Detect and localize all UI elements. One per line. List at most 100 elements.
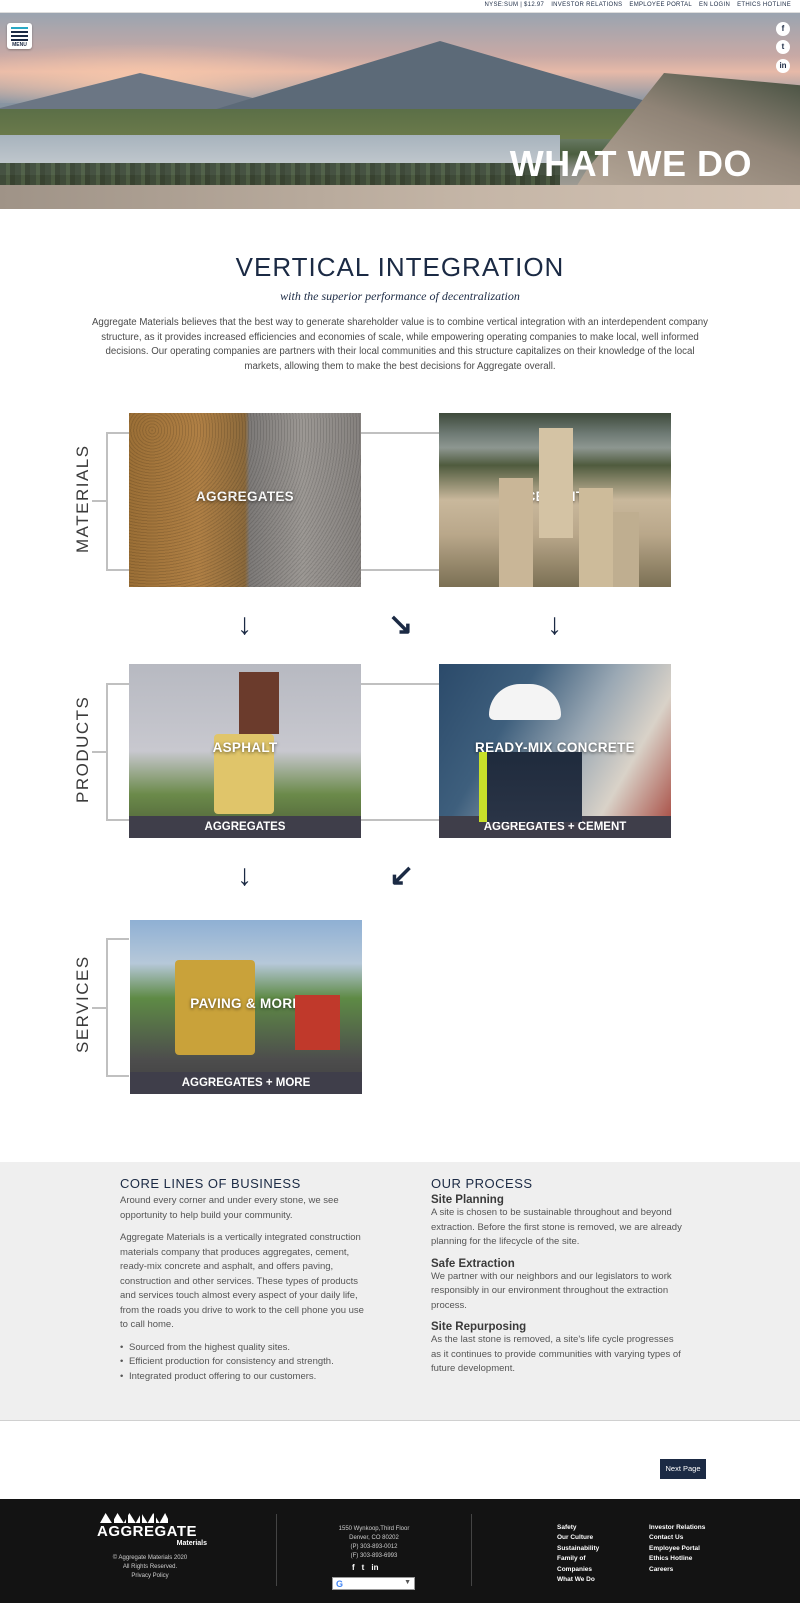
company-logo[interactable]: AGGREGATE Materials [97,1513,207,1547]
materials-label: MATERIALS [73,444,92,553]
footer-link-employee-portal[interactable]: Employee Portal [649,1544,705,1554]
arrow-down-icon: ↓ [237,859,252,892]
employee-portal-link[interactable]: EMPLOYEE PORTAL [629,2,692,8]
footer-link-careers[interactable]: Careers [649,1565,705,1575]
our-process-heading: OUR PROCESS [431,1176,533,1191]
list-item: Sourced from the highest quality sites. [120,1341,370,1356]
list-item: Efficient production for consistency and… [120,1355,370,1370]
tile-ready-mix-title: READY-MIX CONCRETE [475,740,635,755]
products-bracket-tick [92,751,106,753]
products-label: PRODUCTS [73,695,92,803]
step-site-repurposing-text: As the last stone is removed, a site's l… [431,1334,681,1374]
menu-bar-accent [11,27,28,29]
footer-link-contact-us[interactable]: Contact Us [649,1533,705,1543]
footer-link-investor-relations[interactable]: Investor Relations [649,1523,705,1533]
rights-text: All Rights Reserved. [122,1564,178,1570]
ethics-hotline-link[interactable]: ETHICS HOTLINE [737,2,791,8]
tile-aggregates[interactable]: AGGREGATES [129,413,361,587]
footer-social: f t in [352,1563,378,1572]
menu-label: MENU [12,42,27,48]
address-line: Denver, CO 80202 [349,1535,399,1541]
our-process-column: OUR PROCESS Site Planning A site is chos… [431,1176,686,1377]
intro-paragraph: Aggregate Materials believes that the be… [91,317,709,372]
privacy-policy-link[interactable]: Privacy Policy [100,1572,200,1581]
twitter-icon[interactable]: t [776,40,790,54]
materials-bracket [106,432,129,571]
hamburger-icon-line [11,39,28,41]
language-login-link[interactable]: EN LOGIN [699,2,730,8]
site-footer: AGGREGATE Materials © Aggregate Material… [0,1499,800,1603]
services-bracket-tick [92,1007,106,1009]
footer-link-our-culture[interactable]: Our Culture [557,1533,599,1543]
products-bracket [106,683,129,821]
chevron-down-icon: ▼ [404,1579,411,1586]
tile-ready-mix-concrete[interactable]: READY-MIX CONCRETE AGGREGATES + CEMENT [439,664,671,838]
tile-paving[interactable]: PAVING & MORE AGGREGATES + MORE [130,920,362,1094]
info-band: CORE LINES OF BUSINESS Around every corn… [0,1162,800,1421]
footer-link-ethics-hotline[interactable]: Ethics Hotline [649,1554,705,1564]
fax-number: (F) 303-893-6993 [350,1553,398,1559]
list-item: Integrated product offering to our custo… [120,1370,370,1385]
linkedin-icon[interactable]: in [776,59,790,73]
facebook-icon[interactable]: f [352,1563,355,1572]
tile-asphalt-footer: AGGREGATES [129,816,361,838]
tile-asphalt-title: ASPHALT [212,740,278,755]
stock-ticker: NYSE:SUM | $12.97 [484,2,545,8]
footer-link-safety[interactable]: Safety [557,1523,599,1533]
footer-link-sustainability[interactable]: Sustainability [557,1544,599,1554]
materials-connector-top [361,432,439,434]
tile-cement-title: CEMENT [525,489,585,504]
tile-paving-title: PAVING & MORE [190,996,302,1011]
copyright-block: © Aggregate Materials 2020 All Rights Re… [100,1554,200,1581]
core-lines-intro: Around every corner and under every ston… [120,1195,339,1221]
menu-button[interactable]: MENU [7,23,32,49]
arrow-down-left-icon: ↙ [389,859,415,892]
core-lines-body: Aggregate Materials is a vertically inte… [120,1232,364,1330]
footer-link-family-of-companies-line2[interactable]: Companies [557,1565,599,1575]
step-site-planning-text: A site is chosen to be sustainable throu… [431,1207,682,1247]
footer-divider [276,1514,277,1586]
products-connector-top [361,683,439,685]
core-lines-column: CORE LINES OF BUSINESS Around every corn… [120,1176,370,1384]
investor-relations-link[interactable]: INVESTOR RELATIONS [551,2,622,8]
section-subheading: with the superior performance of decentr… [280,289,520,303]
core-lines-heading: CORE LINES OF BUSINESS [120,1176,301,1191]
tile-ready-mix-footer: AGGREGATES + CEMENT [439,816,671,838]
utility-links: NYSE:SUM | $12.97 INVESTOR RELATIONS EMP… [485,2,791,8]
logo-mountains-icon [100,1513,170,1523]
footer-divider [471,1514,472,1586]
phone-number[interactable]: (P) 303-893-0012 [318,1543,430,1552]
address-line: 1550 Wynkoop,Third Floor [338,1526,410,1532]
footer-links-col1: Safety Our Culture Sustainability Family… [557,1523,599,1585]
arrow-down-right-icon: ↘ [388,608,414,641]
next-page-button[interactable]: Next Page [660,1459,706,1479]
logo-wordmark: AGGREGATE [97,1523,198,1540]
copyright-text: © Aggregate Materials 2020 [112,1555,188,1561]
translate-select[interactable]: G ▼ [332,1577,415,1590]
tile-cement[interactable]: CEMENT [439,413,671,587]
section-heading: VERTICAL INTEGRATION [235,252,565,282]
hamburger-icon [11,31,28,33]
step-site-repurposing-title: Site Repurposing [431,1321,527,1333]
services-label: SERVICES [73,955,92,1053]
page-title: WHAT WE DO [509,143,752,184]
tile-paving-footer: AGGREGATES + MORE [130,1072,362,1094]
materials-connector-bottom [361,569,439,571]
twitter-icon[interactable]: t [362,1563,365,1572]
address-block: 1550 Wynkoop,Third Floor Denver, CO 8020… [318,1525,430,1561]
tile-asphalt[interactable]: ASPHALT AGGREGATES [129,664,361,838]
arrow-down-icon: ↓ [547,608,562,641]
step-safe-extraction-title: Safe Extraction [431,1257,515,1270]
step-safe-extraction-text: We partner with our neighbors and our le… [431,1270,672,1311]
footer-link-family-of-companies[interactable]: Family of [557,1554,599,1564]
hero-mountain [210,41,680,111]
linkedin-icon[interactable]: in [371,1563,378,1572]
step-site-planning-title: Site Planning [431,1194,504,1206]
footer-link-what-we-do[interactable]: What We Do [557,1575,599,1585]
hero-ground [0,185,800,209]
core-lines-bullets: Sourced from the highest quality sites. … [120,1341,370,1385]
services-bracket [106,938,129,1077]
tile-aggregates-title: AGGREGATES [195,489,294,504]
google-icon: G [336,1579,344,1589]
facebook-icon[interactable]: f [776,22,790,36]
